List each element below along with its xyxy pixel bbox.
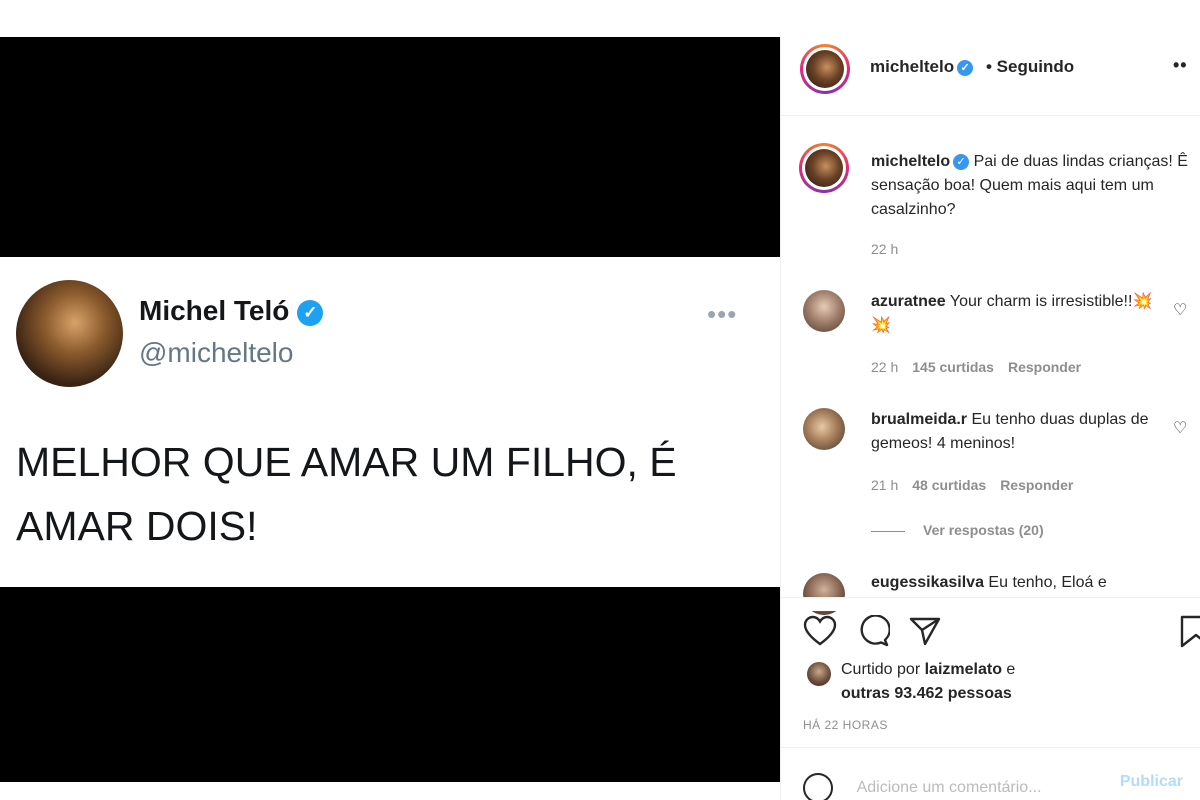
tweet-more-icon: ••• (707, 299, 738, 329)
tweet-author-name: Michel Teló ✓ (139, 295, 324, 327)
bookmark-icon[interactable] (1180, 615, 1200, 649)
view-replies-button[interactable]: Ver respostas (20) (871, 522, 1044, 538)
tweet-author-name-text: Michel Teló (139, 295, 290, 326)
verified-badge-icon: ✓ (957, 60, 974, 76)
tweet-avatar (16, 280, 123, 387)
tweet-handle: @micheltelo (139, 337, 294, 368)
avatar-photo (805, 149, 843, 187)
verified-badge-icon: ✓ (953, 154, 970, 170)
more-options-icon[interactable]: •• (1173, 55, 1188, 76)
avatar-ring-gap (802, 146, 846, 190)
avatar-photo (806, 50, 844, 88)
verified-badge-icon: ✓ (297, 300, 324, 326)
reply-button[interactable]: Responder (1000, 477, 1073, 493)
caption-avatar[interactable] (799, 143, 849, 193)
comment-time[interactable]: 22 h (871, 359, 898, 375)
share-send-icon[interactable] (908, 615, 942, 647)
header-divider (781, 115, 1200, 116)
tweet-card: Michel Teló ✓ @micheltelo ••• MELHOR QUE … (0, 257, 780, 587)
like-heart-icon[interactable] (803, 615, 837, 647)
caption-time[interactable]: 22 h (871, 241, 898, 257)
comment-body: Eu tenho, Eloá e (988, 574, 1107, 591)
comment-avatar[interactable] (803, 290, 845, 332)
comment-meta: 21 h 48 curtidas Responder (871, 477, 1073, 493)
add-comment-row: Adicione um comentário... Publicar (803, 773, 1183, 800)
comment-avatar[interactable] (803, 408, 845, 450)
comment-input[interactable]: Adicione um comentário... (857, 779, 1042, 796)
view-replies-label[interactable]: Ver respostas (20) (923, 522, 1044, 538)
comment-likes[interactable]: 145 curtidas (912, 359, 994, 375)
comment-text: azuratnee Your charm is irresistible!!💥💥 (871, 290, 1161, 338)
comment-text: eugessikasilva Eu tenho, Eloá e (871, 571, 1171, 595)
replies-line (871, 530, 905, 532)
comment-username[interactable]: eugessikasilva (871, 574, 984, 591)
comment-input-divider (781, 747, 1200, 748)
liked-by-username[interactable]: laizmelato (925, 661, 1002, 678)
caption-username[interactable]: micheltelo (871, 153, 950, 170)
comment-like-heart-icon[interactable]: ♡ (1173, 418, 1187, 438)
comment-username[interactable]: brualmeida.r (871, 411, 967, 428)
header-avatar[interactable] (800, 44, 850, 94)
comment-like-heart-icon[interactable]: ♡ (1173, 300, 1187, 320)
liked-by-avatar[interactable] (807, 662, 831, 686)
comment-likes[interactable]: 48 curtidas (912, 477, 986, 493)
post-side-panel: micheltelo ✓ • Seguindo •• micheltelo ✓ Pa… (780, 37, 1200, 800)
post-timestamp[interactable]: HÁ 22 HORAS (803, 718, 888, 732)
likes-summary: Curtido por laizmelato e outras 93.462 p… (841, 658, 1015, 706)
caption-text: micheltelo ✓ Pai de duas lindas crianças!… (871, 150, 1189, 222)
comment-text: brualmeida.r Eu tenho duas duplas de gem… (871, 408, 1161, 456)
comment-time[interactable]: 21 h (871, 477, 898, 493)
reply-button[interactable]: Responder (1008, 359, 1081, 375)
action-bar (781, 605, 1200, 655)
likes-prefix: Curtido por (841, 661, 921, 678)
post-image[interactable]: Michel Teló ✓ @micheltelo ••• MELHOR QUE … (0, 37, 780, 782)
header-username[interactable]: micheltelo ✓ (870, 57, 974, 77)
publish-button[interactable]: Publicar (1120, 773, 1183, 791)
comment-username[interactable]: azuratnee (871, 293, 946, 310)
actions-divider (781, 597, 1200, 598)
likes-connector: e (1006, 661, 1016, 678)
following-status[interactable]: • Seguindo (986, 57, 1074, 77)
header-username-text[interactable]: micheltelo (870, 57, 954, 76)
emoji-icon[interactable] (803, 773, 833, 800)
tweet-text: MELHOR QUE AMAR UM FILHO, É AMAR DOIS! (16, 439, 677, 549)
comment-meta: 22 h 145 curtidas Responder (871, 359, 1081, 375)
comment-bubble-icon[interactable] (856, 615, 890, 647)
avatar-ring-gap (803, 47, 847, 91)
likes-count[interactable]: outras 93.462 pessoas (841, 685, 1012, 702)
